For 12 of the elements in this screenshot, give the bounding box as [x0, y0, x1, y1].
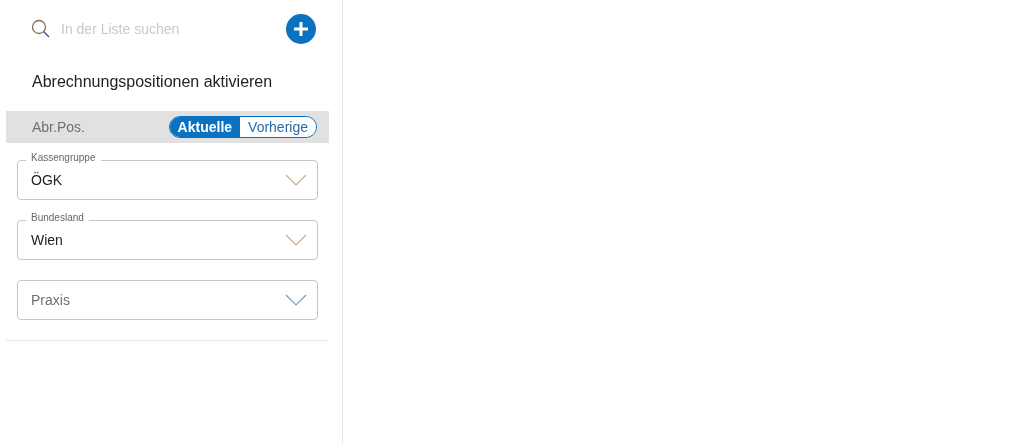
- section-title: Abrechnungspositionen aktivieren: [32, 73, 274, 92]
- chevron-icon: [285, 174, 307, 186]
- toggle-option[interactable]: Vorherige: [240, 117, 316, 137]
- chevron-icon: [285, 294, 307, 306]
- chevron-icon: [285, 234, 307, 246]
- toggle-option[interactable]: Aktuelle: [169, 117, 241, 137]
- search-icon: [31, 19, 51, 39]
- field-label: Kassengruppe: [26, 152, 101, 163]
- filter-label: Abr.Pos.: [32, 119, 85, 135]
- plus-icon: [293, 21, 309, 37]
- field-label: Bundesland: [26, 212, 89, 223]
- add-button[interactable]: [286, 14, 316, 44]
